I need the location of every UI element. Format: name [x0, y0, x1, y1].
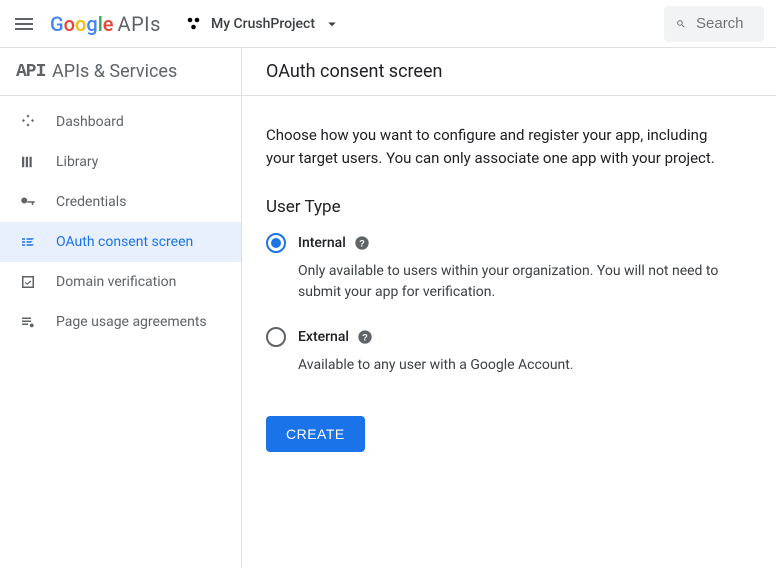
page-title: OAuth consent screen — [242, 48, 776, 96]
radio-row-internal[interactable]: Internal ? — [266, 233, 738, 253]
sidebar-item-label: Dashboard — [56, 114, 124, 130]
project-selector[interactable]: My CrushProject — [185, 15, 341, 33]
sidebar-item-label: OAuth consent screen — [56, 234, 193, 250]
api-logo-icon: API — [16, 62, 40, 82]
sidebar-item-label: Library — [56, 154, 98, 170]
hamburger-menu-icon[interactable] — [12, 12, 36, 36]
help-icon[interactable]: ? — [354, 235, 370, 251]
key-icon — [16, 190, 40, 214]
create-button[interactable]: CREATE — [266, 416, 365, 452]
section-title-user-type: User Type — [266, 197, 738, 217]
sidebar-item-label: Domain verification — [56, 274, 176, 290]
radio-row-external[interactable]: External ? — [266, 327, 738, 347]
page-description: Choose how you want to configure and reg… — [266, 124, 738, 169]
sidebar-item-library[interactable]: Library — [0, 142, 241, 182]
search-icon — [676, 14, 686, 34]
sidebar-header[interactable]: API APIs & Services — [0, 48, 241, 96]
sidebar: API APIs & Services Dashboard Library Cr… — [0, 48, 242, 568]
verify-icon — [16, 270, 40, 294]
project-name: My CrushProject — [211, 16, 315, 32]
library-icon — [16, 150, 40, 174]
sidebar-item-page-usage[interactable]: Page usage agreements — [0, 302, 241, 342]
main-content: OAuth consent screen Choose how you want… — [242, 48, 776, 568]
sidebar-title: APIs & Services — [52, 61, 177, 82]
help-icon[interactable]: ? — [357, 329, 373, 345]
sidebar-item-credentials[interactable]: Credentials — [0, 182, 241, 222]
top-bar: Google APIs My CrushProject — [0, 0, 776, 48]
agreements-icon — [16, 310, 40, 334]
consent-icon — [16, 230, 40, 254]
svg-text:?: ? — [359, 238, 365, 248]
sidebar-item-dashboard[interactable]: Dashboard — [0, 102, 241, 142]
sidebar-item-label: Page usage agreements — [56, 314, 207, 330]
svg-text:?: ? — [362, 332, 368, 342]
search-box[interactable] — [664, 6, 764, 42]
radio-label-external: External — [298, 329, 349, 345]
dashboard-icon — [16, 110, 40, 134]
radio-desc-internal: Only available to users within your orga… — [298, 261, 738, 303]
sidebar-item-oauth-consent[interactable]: OAuth consent screen — [0, 222, 241, 262]
search-input[interactable] — [696, 15, 752, 32]
radio-internal[interactable] — [266, 233, 286, 253]
radio-desc-external: Available to any user with a Google Acco… — [298, 355, 738, 376]
radio-label-internal: Internal — [298, 235, 346, 251]
sidebar-item-label: Credentials — [56, 194, 126, 210]
radio-external[interactable] — [266, 327, 286, 347]
logo-suffix: APIs — [118, 12, 161, 36]
google-apis-logo[interactable]: Google APIs — [50, 12, 161, 36]
chevron-down-icon — [323, 15, 341, 33]
project-icon — [185, 15, 203, 33]
sidebar-item-domain-verification[interactable]: Domain verification — [0, 262, 241, 302]
